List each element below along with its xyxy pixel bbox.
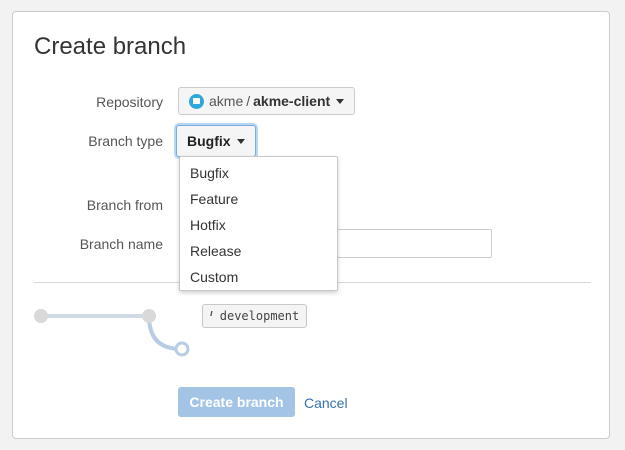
chevron-down-icon	[336, 98, 345, 104]
cancel-link[interactable]: Cancel	[304, 395, 348, 411]
dialog-title: Create branch	[34, 33, 187, 60]
branch-type-label: Branch type	[88, 133, 163, 149]
branch-from-label: Branch from	[86, 197, 163, 213]
branch-name-label: Branch name	[79, 236, 163, 252]
create-branch-button[interactable]: Create branch	[178, 387, 295, 417]
graph-commit-base	[142, 309, 156, 323]
branch-type-selected: Bugfix	[187, 133, 231, 149]
repository-label: Repository	[96, 94, 163, 110]
repository-separator: /	[246, 93, 251, 109]
branch-type-dropdown: Bugfix Feature Hotfix Release Custom	[179, 156, 338, 291]
branch-name-input[interactable]	[331, 229, 492, 258]
branch-graph	[34, 309, 190, 357]
graph-commit-new	[174, 341, 190, 357]
branch-icon: ᑊ	[210, 309, 213, 323]
repository-selector[interactable]: akme / akme-client	[178, 87, 356, 115]
dropdown-option-release[interactable]: Release	[180, 238, 337, 264]
graph-commit-start	[34, 309, 48, 323]
dropdown-option-feature[interactable]: Feature	[180, 186, 337, 212]
source-branch-tag: ᑊ development	[202, 304, 308, 328]
chevron-down-icon	[236, 138, 245, 144]
dropdown-option-bugfix[interactable]: Bugfix	[180, 160, 337, 186]
dropdown-option-custom[interactable]: Custom	[180, 264, 337, 290]
repository-name: akme-client	[253, 93, 331, 109]
create-branch-dialog: Create branch Repository akme / akme-cli…	[12, 11, 610, 439]
source-branch-name: development	[219, 309, 300, 323]
dropdown-option-hotfix[interactable]: Hotfix	[180, 212, 337, 238]
repository-icon	[189, 93, 204, 109]
branch-type-selector[interactable]: Bugfix	[176, 125, 256, 157]
repository-owner: akme	[209, 93, 244, 109]
